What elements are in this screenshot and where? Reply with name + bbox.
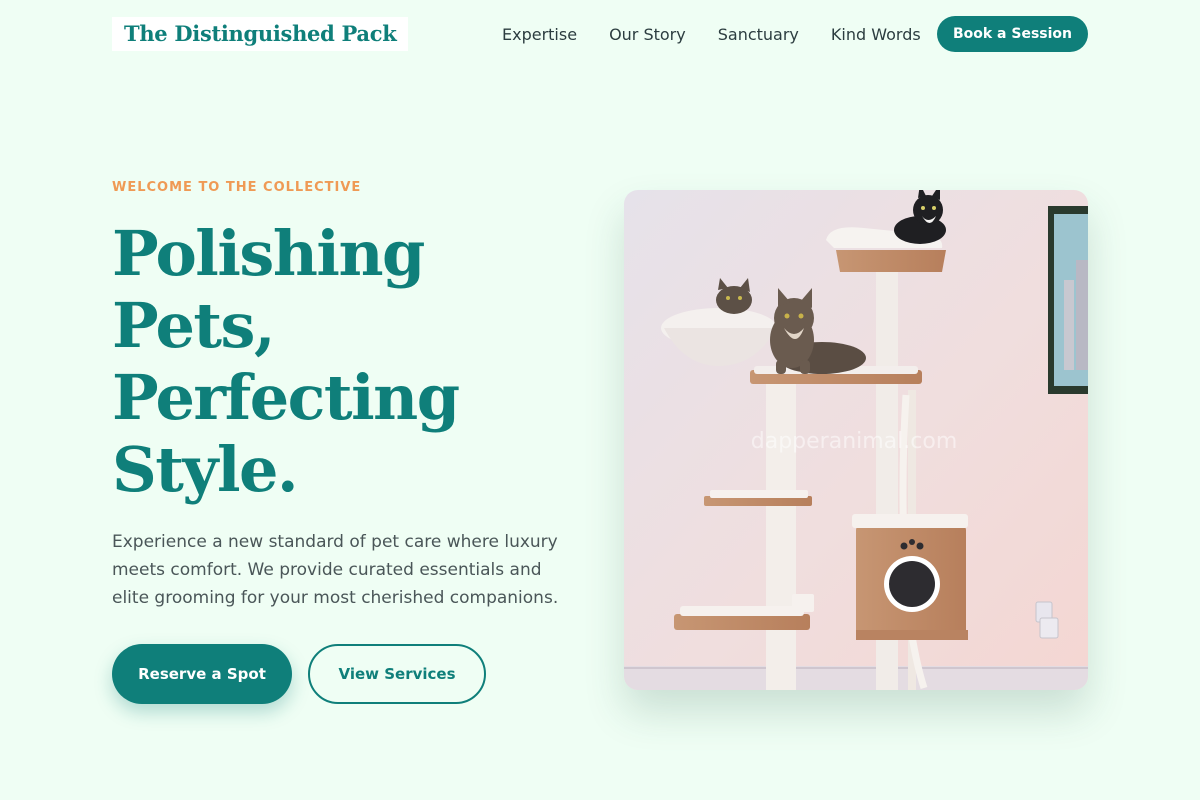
nav-link-kind-words[interactable]: Kind Words	[831, 25, 921, 44]
hero-description: Experience a new standard of pet care wh…	[112, 532, 559, 608]
hero-eyebrow: WELCOME TO THE COLLECTIVE	[112, 180, 362, 195]
headline-line-3: Perfecting	[112, 361, 460, 434]
view-services-button[interactable]: View Services	[308, 644, 486, 704]
cat-tree-photo: dapperanimal.com	[624, 190, 1088, 690]
main-nav: Expertise Our Story Sanctuary Kind Words	[502, 14, 921, 54]
reserve-spot-button[interactable]: Reserve a Spot	[112, 644, 292, 704]
hero-image: dapperanimal.com	[624, 190, 1088, 690]
nav-link-expertise[interactable]: Expertise	[502, 25, 577, 44]
wall-picture-frame	[1048, 206, 1088, 394]
nav-link-sanctuary[interactable]: Sanctuary	[718, 25, 799, 44]
headline-line-2: Pets,	[112, 289, 276, 362]
brand-logo[interactable]: The Distinguished Pack	[112, 17, 409, 51]
site-header: The Distinguished Pack Expertise Our Sto…	[112, 14, 1088, 54]
headline-line-1: Polishing	[112, 217, 425, 290]
headline-line-4: Style.	[112, 433, 299, 506]
cat-condo-box	[852, 514, 968, 640]
image-watermark: dapperanimal.com	[751, 429, 958, 454]
nav-link-our-story[interactable]: Our Story	[609, 25, 686, 44]
book-session-button[interactable]: Book a Session	[937, 16, 1088, 52]
hero-headline: Polishing Pets, Perfecting Style.	[112, 218, 572, 506]
